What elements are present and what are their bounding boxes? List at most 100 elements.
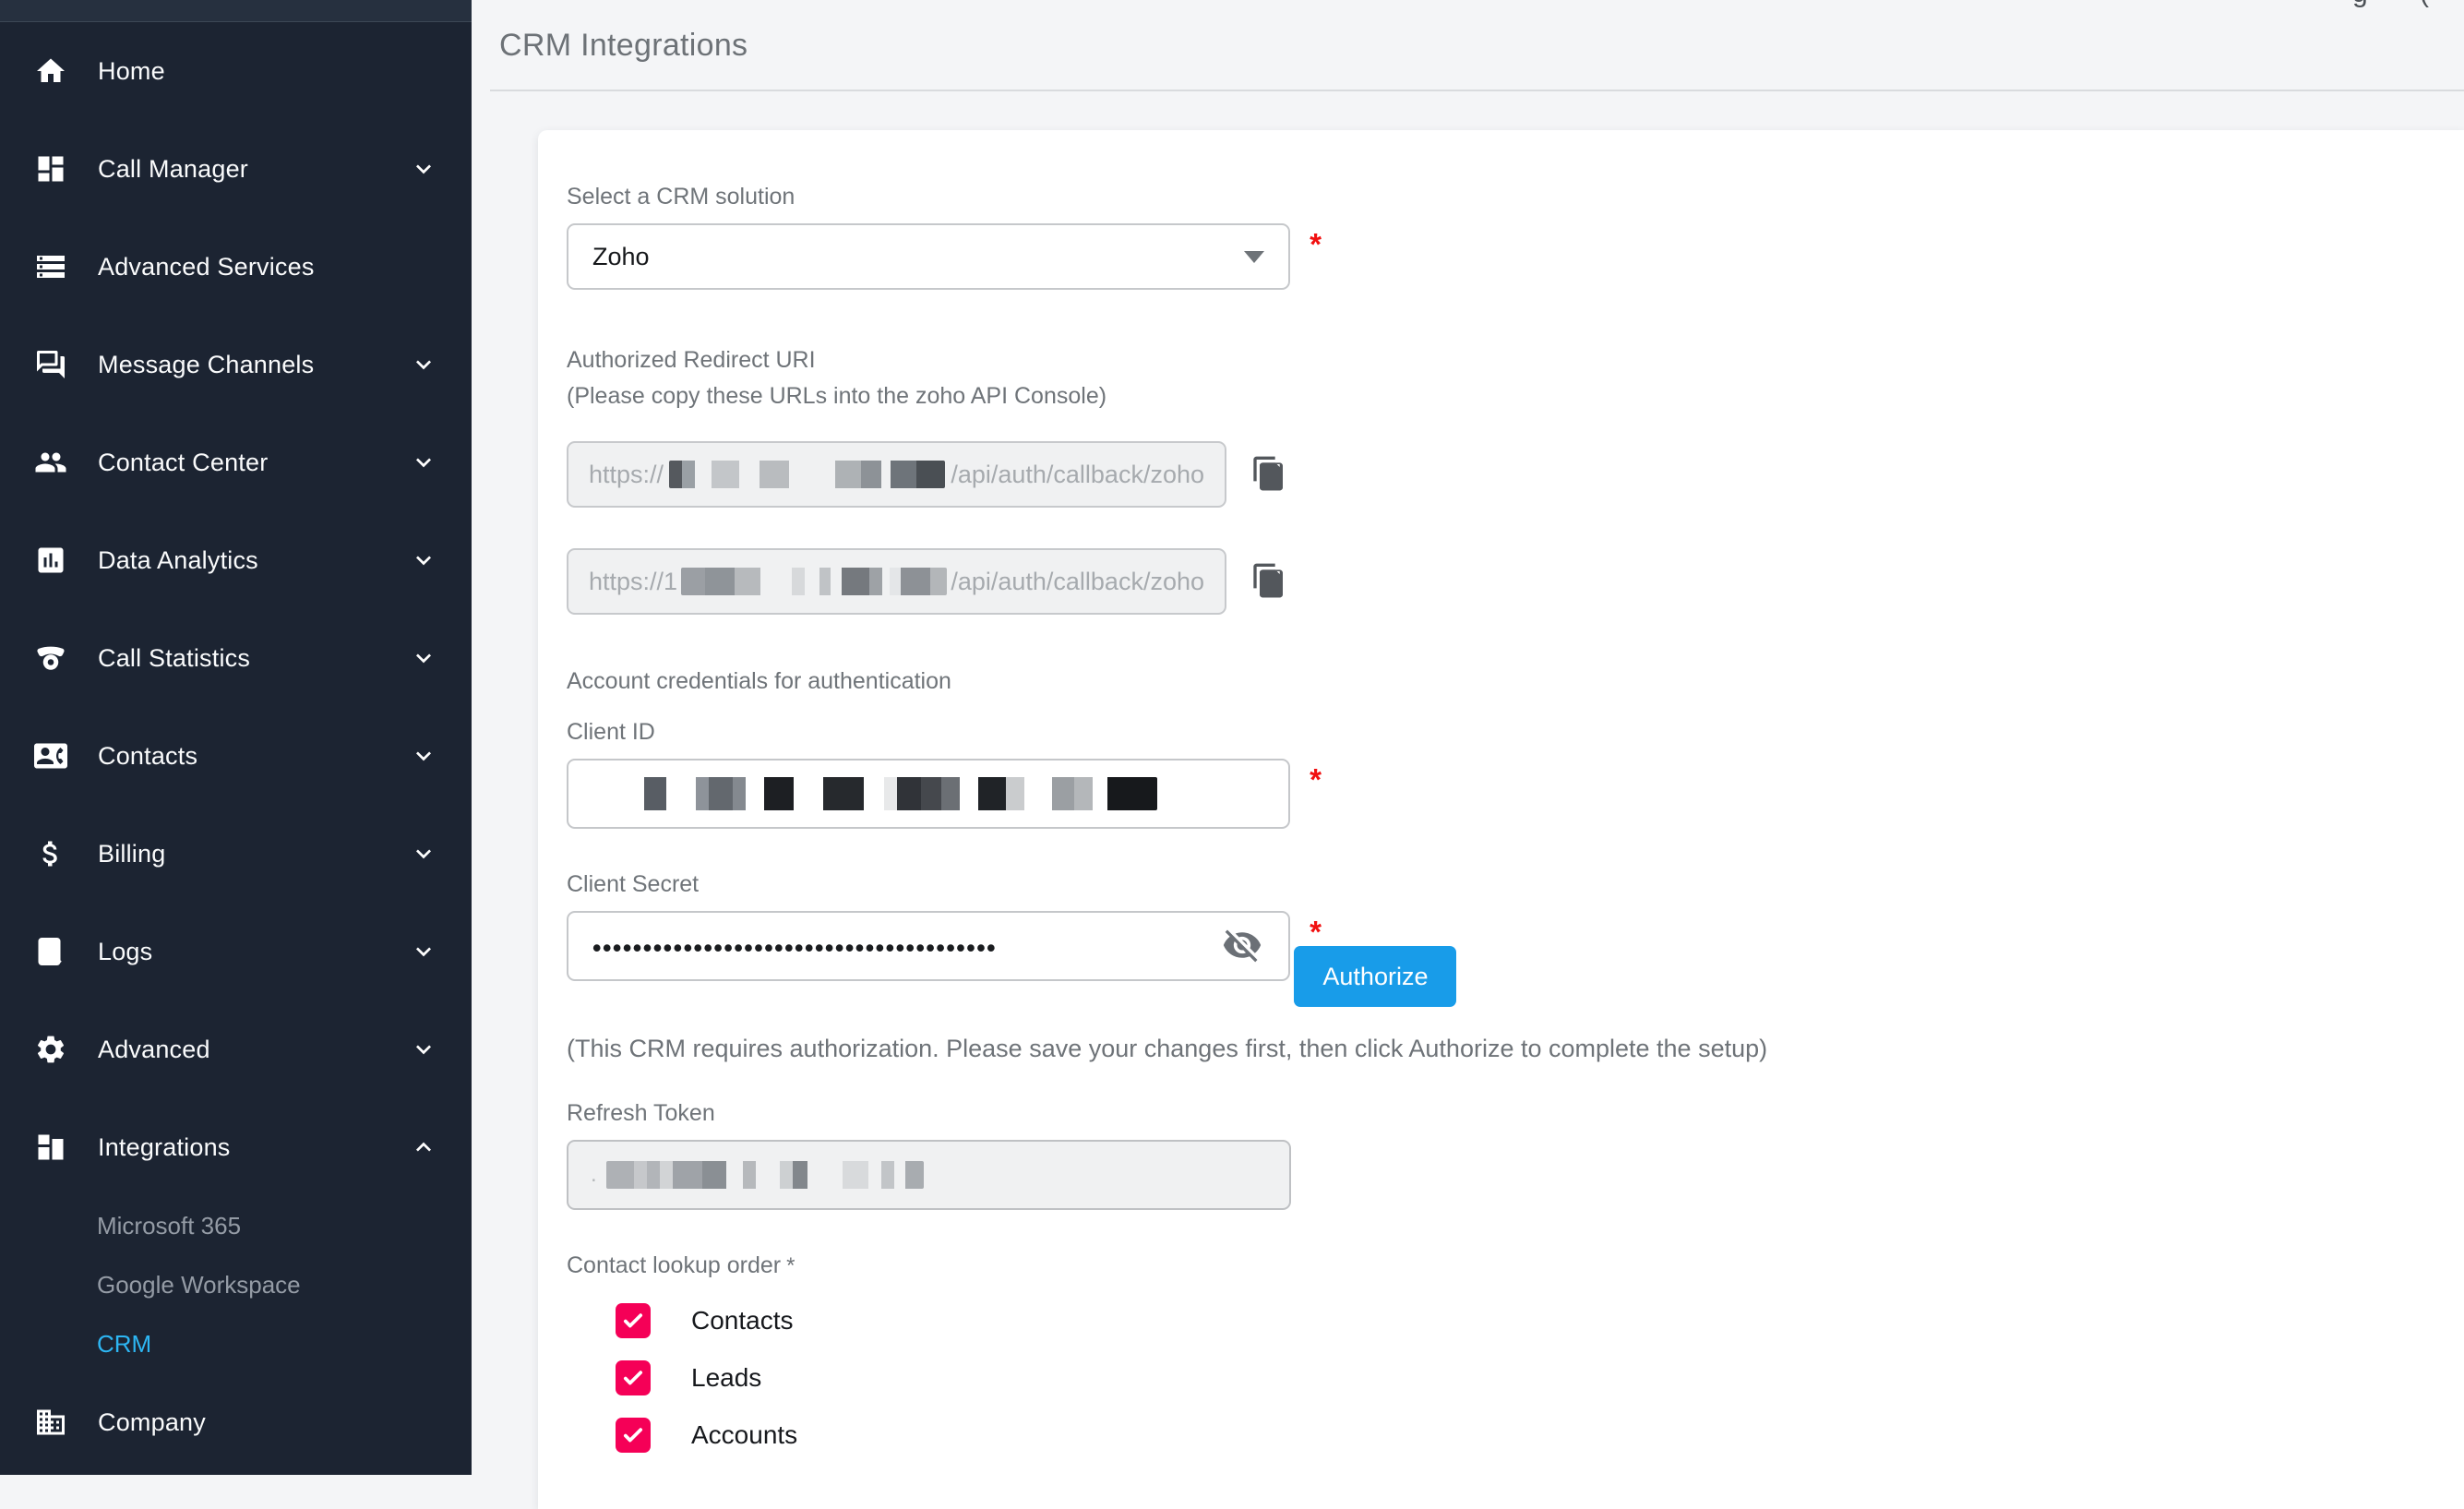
url-prefix: https://: [589, 461, 664, 489]
chevron-down-icon: [409, 154, 438, 184]
chevron-down-icon: [409, 1035, 438, 1064]
sidebar-item-home[interactable]: Home: [0, 22, 472, 120]
message-channels-icon: [34, 348, 67, 381]
sidebar-item-company[interactable]: Company: [0, 1373, 472, 1471]
redirect-uri-label: Authorized Redirect URI: [567, 347, 2427, 374]
sidebar-item-label: Contact Center: [98, 449, 268, 477]
crm-select-label: Select a CRM solution: [567, 184, 2427, 210]
checkbox-label: Contacts: [691, 1306, 794, 1335]
checkbox-leads[interactable]: [616, 1360, 651, 1395]
lookup-order-label: Contact lookup order*: [567, 1252, 2427, 1279]
page-title: CRM Integrations: [499, 28, 2464, 64]
main-content: g ( CRM Integrations Select a CRM soluti…: [472, 0, 2464, 1475]
lookup-option-row: Leads: [616, 1359, 2427, 1396]
call-manager-icon: [34, 152, 67, 186]
integrations-icon: [34, 1131, 67, 1164]
redacted-refresh-token: [606, 1161, 924, 1189]
chevron-down-icon: [409, 643, 438, 673]
redirect-uri-hint: (Please copy these URLs into the zoho AP…: [567, 383, 2427, 410]
chevron-down-icon: [409, 448, 438, 477]
chevron-down-icon: [409, 839, 438, 868]
chevron-up-icon: [409, 1132, 438, 1162]
checkbox-label: Accounts: [691, 1420, 797, 1450]
data-analytics-icon: [34, 544, 67, 577]
url-suffix: /api/auth/callback/zoho: [951, 461, 1204, 489]
header-divider: [490, 90, 2464, 91]
client-secret-input[interactable]: ••••••••••••••••••••••••••••••••••••••••: [567, 911, 1290, 981]
lookup-required-mark: *: [786, 1253, 795, 1278]
advanced-services-icon: [34, 250, 67, 283]
sidebar-item-label: Home: [98, 57, 165, 86]
refresh-token-label: Refresh Token: [567, 1100, 2427, 1127]
check-icon: [620, 1365, 646, 1391]
chevron-down-icon: [409, 350, 438, 379]
sidebar-nav: Home Call Manager Advanced Services Message…: [0, 22, 472, 1471]
redirect-url-field-2: https://1 /api/auth/callback/zoho: [567, 548, 1226, 615]
authorize-button[interactable]: Authorize: [1294, 946, 1456, 1007]
company-icon: [34, 1406, 67, 1439]
page-header: CRM Integrations: [472, 0, 2464, 64]
sidebar-item-label: Advanced Services: [98, 253, 315, 281]
sidebar-item-advanced[interactable]: Advanced: [0, 1000, 472, 1098]
sidebar-item-integrations[interactable]: Integrations: [0, 1098, 472, 1196]
redirect-url-row: https:// /api/auth/callback/zoho: [567, 441, 2427, 508]
checkbox-accounts[interactable]: [616, 1418, 651, 1453]
redacted-host: [681, 568, 947, 595]
toggle-secret-visibility-button[interactable]: [1220, 924, 1264, 968]
sidebar-item-contact-center[interactable]: Contact Center: [0, 413, 472, 511]
authorize-note: (This CRM requires authorization. Please…: [567, 1035, 2427, 1063]
redirect-url-row: https://1 /api/auth/callback/zoho: [567, 548, 2427, 615]
lookup-option-row: Accounts: [616, 1417, 2427, 1454]
copy-url-2-button[interactable]: [1249, 560, 1289, 603]
sidebar-subitem-microsoft-365[interactable]: Microsoft 365: [0, 1196, 472, 1255]
sidebar-subitem-label: Microsoft 365: [97, 1212, 241, 1240]
copy-icon: [1250, 453, 1287, 497]
client-id-input[interactable]: [567, 759, 1290, 829]
sidebar-subitem-google-workspace[interactable]: Google Workspace: [0, 1255, 472, 1314]
sidebar-header-strip: [0, 0, 472, 22]
sidebar: Home Call Manager Advanced Services Message…: [0, 0, 472, 1475]
redacted-client-id: [592, 777, 1157, 810]
visibility-off-icon: [1222, 954, 1262, 968]
sidebar-item-advanced-services[interactable]: Advanced Services: [0, 218, 472, 316]
copy-icon: [1250, 560, 1287, 604]
crm-solution-select[interactable]: Zoho: [567, 223, 1290, 290]
checkbox-label: Leads: [691, 1363, 761, 1393]
logs-icon: [34, 935, 67, 968]
contacts-icon: [34, 739, 67, 772]
token-fragment: .: [591, 1162, 597, 1188]
refresh-token-field: .: [567, 1140, 1291, 1210]
sidebar-item-label: Advanced: [98, 1036, 210, 1064]
redirect-url-field-1: https:// /api/auth/callback/zoho: [567, 441, 1226, 508]
required-asterisk: *: [1310, 762, 1322, 797]
sidebar-item-label: Logs: [98, 938, 152, 966]
url-suffix: /api/auth/callback/zoho: [951, 568, 1204, 596]
advanced-icon: [34, 1033, 67, 1066]
crm-solution-value: Zoho: [592, 243, 650, 271]
checkbox-contacts[interactable]: [616, 1303, 651, 1338]
billing-icon: [34, 837, 67, 870]
sidebar-item-call-statistics[interactable]: Call Statistics: [0, 609, 472, 707]
sidebar-subitem-label: Google Workspace: [97, 1271, 301, 1299]
sidebar-item-call-manager[interactable]: Call Manager: [0, 120, 472, 218]
sidebar-item-message-channels[interactable]: Message Channels: [0, 316, 472, 413]
call-statistics-icon: [34, 641, 67, 675]
sidebar-item-label: Contacts: [98, 742, 197, 771]
sidebar-item-data-analytics[interactable]: Data Analytics: [0, 511, 472, 609]
chevron-down-icon: [409, 545, 438, 575]
home-icon: [34, 54, 67, 88]
sidebar-subitem-crm[interactable]: CRM: [0, 1314, 472, 1373]
check-icon: [620, 1422, 646, 1448]
crm-form-card: Select a CRM solution Zoho * Authorized …: [538, 130, 2464, 1509]
dropdown-caret-icon: [1244, 251, 1264, 263]
sidebar-item-billing[interactable]: Billing: [0, 805, 472, 903]
sidebar-item-label: Message Channels: [98, 351, 314, 379]
lookup-options: Contacts Leads Accounts: [567, 1302, 2427, 1454]
sidebar-item-contacts[interactable]: Contacts: [0, 707, 472, 805]
chevron-down-icon: [409, 741, 438, 771]
sidebar-item-logs[interactable]: Logs: [0, 903, 472, 1000]
sidebar-item-label: Billing: [98, 840, 165, 868]
copy-url-1-button[interactable]: [1249, 453, 1289, 496]
chevron-down-icon: [409, 937, 438, 966]
sidebar-item-label: Integrations: [98, 1133, 231, 1162]
